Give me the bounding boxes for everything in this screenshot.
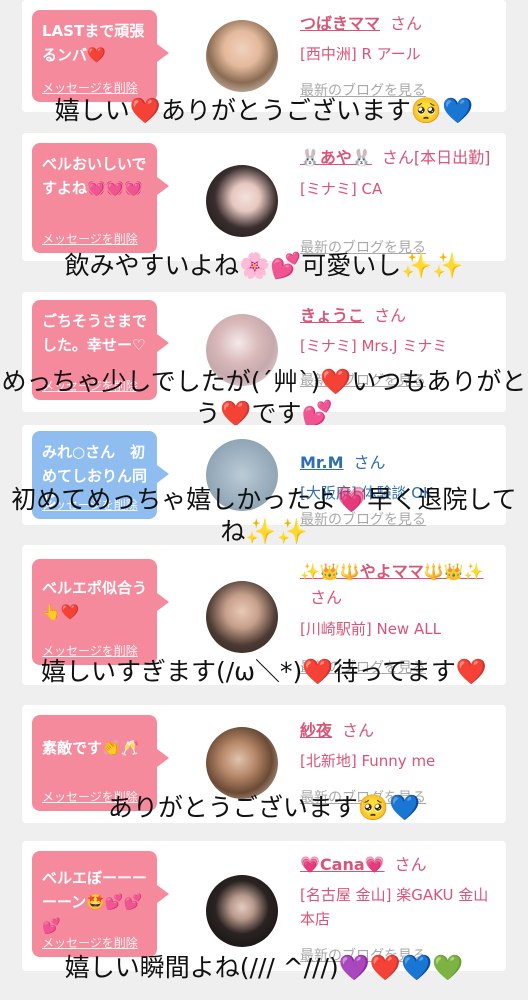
avatar[interactable] (206, 165, 278, 237)
delete-message-link[interactable]: メッセージを削除 (42, 230, 138, 247)
honorific: さん (310, 588, 343, 607)
message-bubble: ベルエポ似合う👆❤️ メッセージを削除 (32, 559, 169, 665)
delete-message-link[interactable]: メッセージを削除 (42, 79, 138, 96)
message-text: 素敵です👏🥂 (42, 739, 140, 757)
profile-name-link[interactable]: きょうこ (300, 306, 364, 325)
profile-name-link[interactable]: つばきママ (300, 14, 380, 33)
message-text: ベルエポ似合う👆❤️ (42, 579, 148, 621)
honorific: さん (374, 306, 407, 325)
delete-message-link[interactable]: メッセージを削除 (42, 934, 138, 951)
honorific: さん[本日出勤] (381, 148, 491, 167)
profile-name-link[interactable]: Mr.M (300, 453, 344, 472)
message-card: ベルおいしいですよね💓💓💓 メッセージを削除 🐰あや🐰 さん[本日出勤] [ミナミ… (22, 133, 506, 261)
honorific: さん (342, 721, 375, 740)
overlay-caption: ありがとうございます🥺💙 (107, 793, 421, 822)
shop-name: [川崎駅前] New ALL (300, 620, 441, 638)
message-bubble: ベルおいしいですよね💓💓💓 メッセージを削除 (32, 143, 169, 253)
overlay-caption: 嬉しい❤️ありがとうございます🥺💙 (54, 96, 474, 125)
message-bubble: ベルエぼーーーーーン🤩💕💕💕 メッセージを削除 (32, 851, 169, 957)
honorific: さん (390, 14, 423, 33)
shop-name: [ミナミ] CA (300, 180, 383, 198)
profile-name-link[interactable]: 紗夜 (300, 721, 332, 740)
avatar[interactable] (206, 581, 278, 653)
shop-name: [ミナミ] Mrs.J ミナミ (300, 337, 448, 355)
shop-name: [西中洲] R アール (300, 45, 421, 63)
message-text: ごちそうさまでした。幸せー♡ (42, 312, 148, 354)
overlay-caption: 初めてめっちゃ嬉しかったよ💗早く退院してね✨✨ (11, 485, 517, 546)
avatar[interactable] (206, 875, 278, 947)
overlay-caption: 嬉しい瞬間よね(/// ^///)💜❤️💙💚 (64, 953, 464, 982)
message-bubble: LASTまで頑張るンバ❤️ メッセージを削除 (32, 10, 169, 102)
honorific: さん (394, 855, 427, 874)
avatar[interactable] (206, 20, 278, 92)
message-text: LASTまで頑張るンバ❤️ (42, 22, 145, 64)
shop-name: [北新地] Funny me (300, 752, 436, 770)
overlay-caption: 嬉しいすぎます(/ω＼*)❤️待ってます❤️ (40, 657, 488, 686)
profile-name-link[interactable]: 💗Cana💗 (300, 855, 385, 874)
message-text: ベルエぼーーーーーン🤩💕💕💕 (42, 869, 148, 935)
honorific: さん (353, 453, 386, 472)
message-text: ベルおいしいですよね💓💓💓 (42, 155, 147, 197)
profile-name-link[interactable]: ✨👑🔱やよママ🔱👑✨ (300, 562, 484, 581)
shop-name: [名古屋 金山] 楽GAKU 金山本店 (300, 886, 489, 928)
overlay-caption: 飲みやすいよね🌸💕可愛いし✨✨ (64, 251, 464, 280)
profile-name-link[interactable]: 🐰あや🐰 (300, 148, 372, 167)
avatar[interactable] (206, 727, 278, 799)
overlay-caption: めっちゃ少しでしたが(´艸`)❤️いつもありがとう❤️です💕 (1, 367, 527, 428)
